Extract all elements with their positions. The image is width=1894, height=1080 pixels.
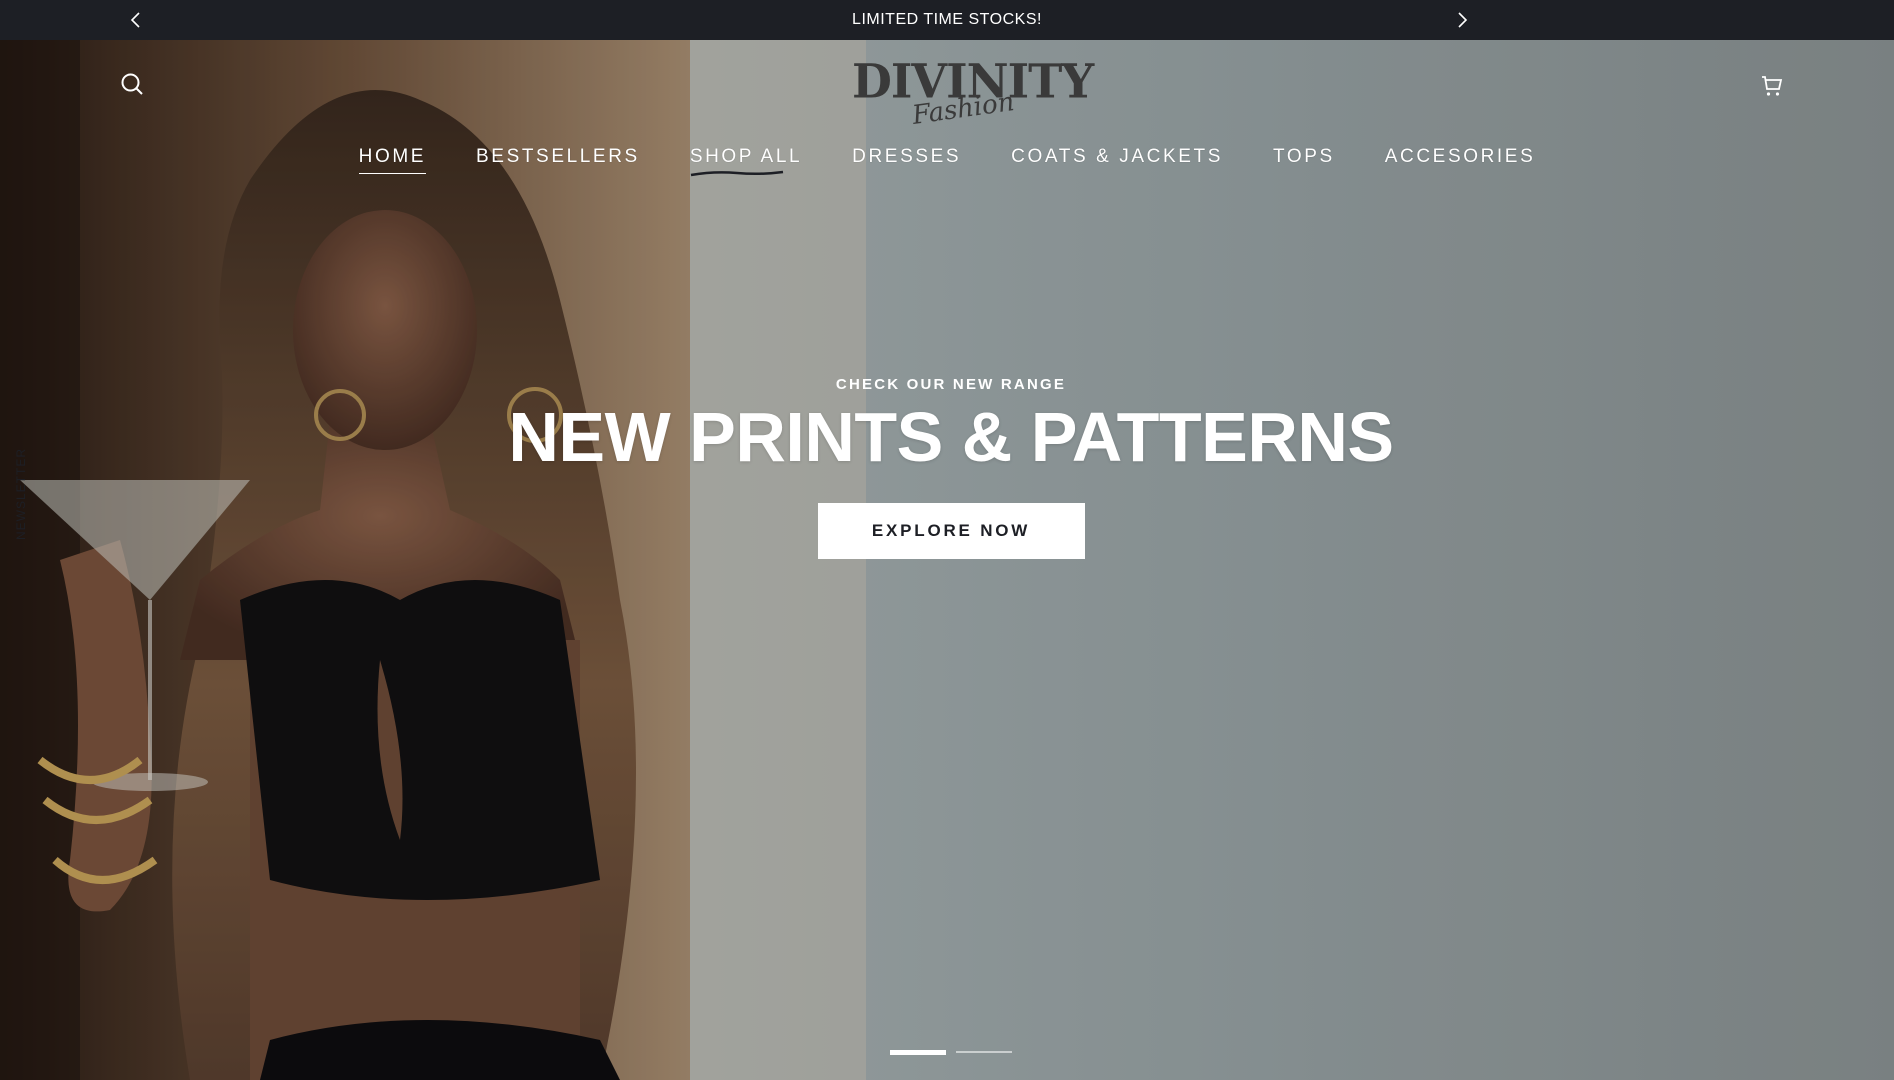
cart-icon <box>1762 76 1783 96</box>
hero-banner <box>0 40 1894 1080</box>
nav-label-coats-jackets: COATS & JACKETS <box>1011 146 1223 167</box>
hero-title: NEW PRINTS & PATTERNS <box>508 398 1394 476</box>
nav-label-shop-all: SHOP ALL <box>689 146 803 167</box>
slide-dot-2[interactable] <box>956 1051 1012 1053</box>
hover-underline <box>690 170 783 177</box>
search-icon <box>121 73 143 95</box>
nav-label-dresses: DRESSES <box>852 146 962 167</box>
nav-item-tops[interactable]: TOPS <box>1248 142 1360 178</box>
announcement-next-button[interactable] <box>1448 6 1476 34</box>
site-logo[interactable]: DIVINITY Fashion <box>852 53 1094 134</box>
search-button[interactable] <box>112 64 152 104</box>
chevron-left-icon <box>130 12 140 28</box>
slider-pagination <box>890 1050 1012 1055</box>
nav-item-dresses[interactable]: DRESSES <box>827 142 986 178</box>
hero-image <box>0 40 1894 1080</box>
announcement-prev-button[interactable] <box>122 6 150 34</box>
nav-label-accesories: ACCESORIES <box>1384 146 1536 167</box>
nav-item-accesories[interactable]: ACCESORIES <box>1360 142 1561 178</box>
announcement-text: LIMITED TIME STOCKS! <box>852 11 1042 28</box>
hero-eyebrow: CHECK OUR NEW RANGE <box>835 376 1067 393</box>
nav-label-tops: TOPS <box>1272 146 1335 167</box>
slide-dot-1[interactable] <box>890 1050 946 1055</box>
nav-item-bestsellers[interactable]: BESTSELLERS <box>451 142 665 178</box>
nav-item-shop-all[interactable]: SHOP ALL <box>665 142 827 178</box>
main-navigation: HOME BESTSELLERS SHOP ALL DRESSES COATS … <box>0 142 1894 178</box>
cart-button[interactable] <box>1752 66 1792 106</box>
nav-label-home: HOME <box>358 146 427 167</box>
hero-content: CHECK OUR NEW RANGE NEW PRINTS & PATTERN… <box>0 376 1894 559</box>
nav-label-bestsellers: BESTSELLERS <box>476 146 640 167</box>
nav-item-home[interactable]: HOME <box>334 142 451 178</box>
explore-now-button[interactable]: EXPLORE NOW <box>817 503 1085 559</box>
chevron-right-icon <box>1458 12 1468 28</box>
announcement-bar: LIMITED TIME STOCKS! <box>0 0 1894 40</box>
site-header: DIVINITY Fashion HOME BESTSELLERS SHOP A… <box>0 40 1894 190</box>
newsletter-tab[interactable]: NEWSLETTER <box>14 448 28 540</box>
nav-item-coats-jackets[interactable]: COATS & JACKETS <box>986 142 1248 178</box>
